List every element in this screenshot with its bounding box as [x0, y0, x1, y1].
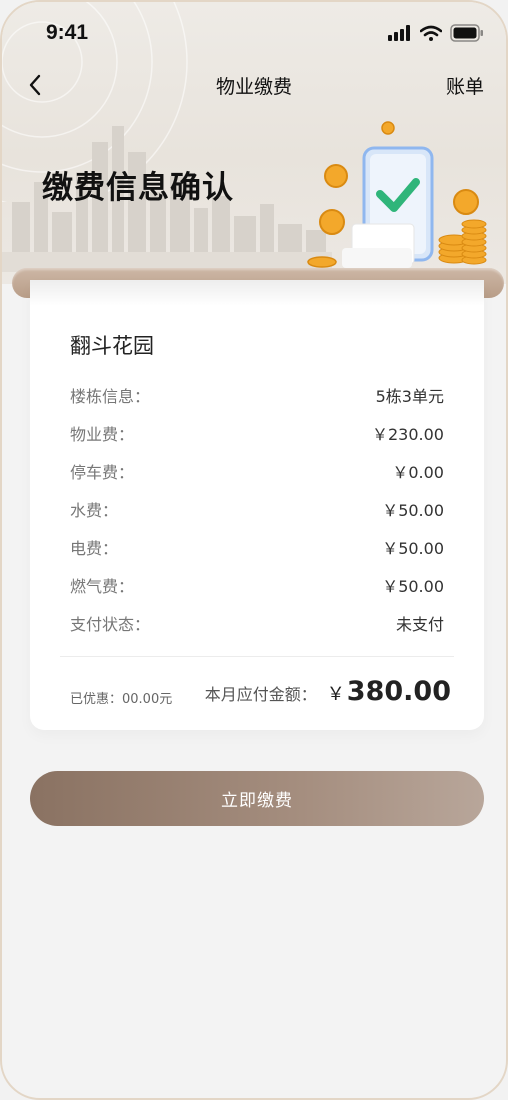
- discount-text: 已优惠：00.00元: [70, 692, 173, 707]
- row-label: 水费：: [70, 501, 119, 520]
- bill-rows: 楼栋信息： 5栋3单元 物业费： ￥230.00 停车费： ￥0.00 水费： …: [70, 376, 444, 642]
- status-time: 9:41: [46, 21, 89, 44]
- divider: [60, 656, 454, 657]
- signal-icon: [388, 25, 410, 41]
- status-icons: [388, 24, 484, 42]
- row-label: 停车费：: [70, 463, 135, 482]
- row-value: ￥0.00: [392, 463, 444, 482]
- pay-now-button[interactable]: 立即缴费: [30, 771, 484, 826]
- row-water-fee: 水费： ￥50.00: [70, 490, 444, 528]
- chevron-left-icon: [29, 74, 41, 96]
- row-label: 物业费：: [70, 425, 135, 444]
- row-value: ￥50.00: [382, 501, 444, 520]
- card-shadow: [30, 280, 484, 306]
- total-label: 本月应付金额：: [204, 685, 317, 704]
- row-value: ￥50.00: [382, 577, 444, 596]
- row-property-fee: 物业费： ￥230.00: [70, 414, 444, 452]
- row-label: 燃气费：: [70, 577, 135, 596]
- bill-link[interactable]: 账单: [446, 72, 484, 99]
- bill-card: 翻斗花园 楼栋信息： 5栋3单元 物业费： ￥230.00 停车费： ￥0.00…: [30, 280, 484, 730]
- nav-bar: 物业缴费 账单: [2, 66, 506, 104]
- confirm-headline: 缴费信息确认: [42, 170, 234, 206]
- row-gas-fee: 燃气费： ￥50.00: [70, 566, 444, 604]
- row-label: 支付状态：: [70, 615, 151, 634]
- row-value: 未支付: [395, 615, 444, 634]
- community-name: 翻斗花园: [70, 334, 154, 358]
- wifi-icon: [420, 25, 442, 41]
- total-amount: 380.00: [346, 676, 451, 707]
- row-value: ￥230.00: [372, 425, 444, 444]
- row-value: ￥50.00: [382, 539, 444, 558]
- status-bar: 9:41: [2, 16, 506, 50]
- payment-illustration: [307, 121, 487, 268]
- currency-symbol: ￥: [326, 684, 345, 705]
- battery-icon: [450, 24, 483, 42]
- row-building: 楼栋信息： 5栋3单元: [70, 376, 444, 414]
- row-payment-status: 支付状态： 未支付: [70, 604, 444, 642]
- row-label: 楼栋信息：: [70, 387, 151, 406]
- row-label: 电费：: [70, 539, 119, 558]
- total-amount-block: 本月应付金额： ￥ 380.00: [205, 676, 451, 707]
- row-electricity-fee: 电费： ￥50.00: [70, 528, 444, 566]
- back-button[interactable]: [20, 70, 50, 100]
- hero-banner: 9:41 物业缴费 账单 缴费信息确认: [2, 2, 506, 284]
- row-parking-fee: 停车费： ￥0.00: [70, 452, 444, 490]
- row-value: 5栋3单元: [375, 387, 444, 406]
- phone-frame: 9:41 物业缴费 账单 缴费信息确认 翻斗花园 楼栋信息： 5栋3单元 物业费…: [0, 0, 508, 1100]
- page-title: 物业缴费: [215, 75, 292, 98]
